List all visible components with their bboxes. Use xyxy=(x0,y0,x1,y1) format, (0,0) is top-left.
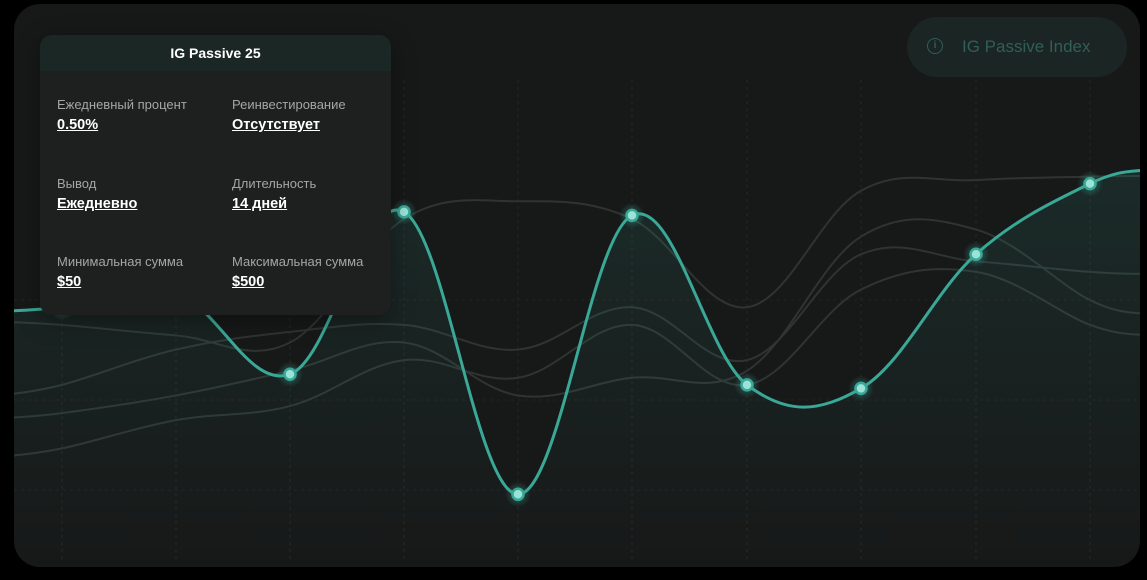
index-button-label: IG Passive Index xyxy=(962,37,1091,56)
daily-percent-label: Ежедневный процент xyxy=(57,97,187,112)
daily-percent-value[interactable]: 0.50% xyxy=(57,117,227,133)
duration-value[interactable]: 14 дней xyxy=(232,196,391,212)
duration-label: Длительность xyxy=(232,176,317,191)
min-amount-label: Минимальная сумма xyxy=(57,254,184,269)
data-point[interactable] xyxy=(969,247,983,261)
data-point[interactable] xyxy=(740,378,754,392)
reinvest-value[interactable]: Отсутствует xyxy=(232,117,391,133)
ig-passive-index-button[interactable]: i IG Passive Index xyxy=(907,17,1127,77)
withdrawal-item: Вывод Ежедневно xyxy=(57,176,227,212)
daily-percent-item: Ежедневный процент 0.50% xyxy=(57,97,227,133)
data-point[interactable] xyxy=(854,381,868,396)
data-point[interactable] xyxy=(397,205,411,219)
data-point[interactable] xyxy=(283,367,297,382)
info-icon: i xyxy=(927,38,943,54)
data-point[interactable] xyxy=(511,487,525,502)
min-amount-item: Минимальная сумма $50 xyxy=(57,254,227,290)
duration-item: Длительность 14 дней xyxy=(232,176,391,212)
plan-title: IG Passive 25 xyxy=(40,35,391,71)
reinvest-label: Реинвестирование xyxy=(232,97,346,112)
max-amount-label: Максимальная сумма xyxy=(232,254,364,269)
min-amount-value[interactable]: $50 xyxy=(57,274,227,290)
max-amount-item: Максимальная сумма $500 xyxy=(232,254,391,290)
data-point[interactable] xyxy=(625,208,639,223)
data-point[interactable] xyxy=(1083,176,1097,191)
withdrawal-value[interactable]: Ежедневно xyxy=(57,196,227,212)
plan-info-card: IG Passive 25 Ежедневный процент 0.50% Р… xyxy=(40,35,391,315)
withdrawal-label: Вывод xyxy=(57,176,97,191)
max-amount-value[interactable]: $500 xyxy=(232,274,391,290)
reinvest-item: Реинвестирование Отсутствует xyxy=(232,97,391,133)
